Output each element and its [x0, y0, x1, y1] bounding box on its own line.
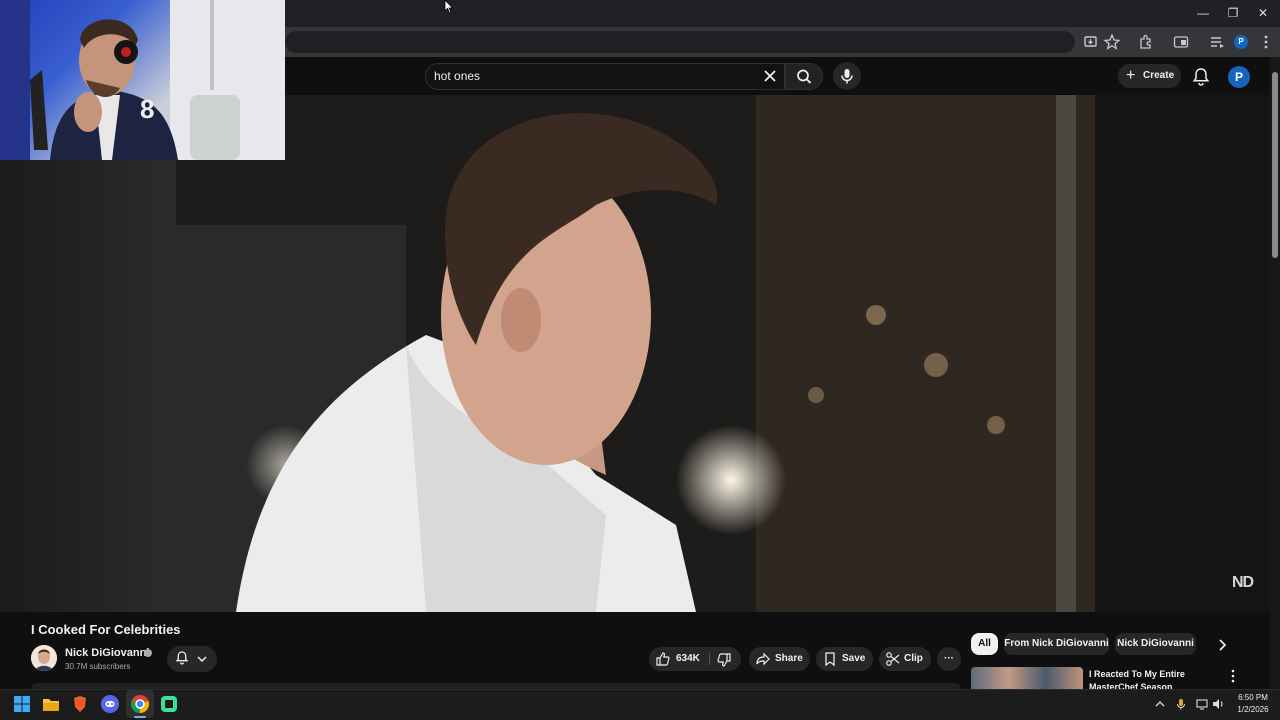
plus-icon: +	[1126, 67, 1136, 84]
subscriber-count: 30.7M subscribers	[65, 662, 131, 671]
taskbar-clock-time[interactable]: 6:50 PM	[1231, 693, 1275, 702]
svg-text:8: 8	[140, 94, 154, 124]
like-dislike-group: 634K	[649, 647, 741, 671]
windows-taskbar	[0, 689, 1280, 720]
terminal-app-icon[interactable]	[159, 694, 179, 714]
chrome-icon[interactable]	[130, 694, 150, 714]
like-count[interactable]: 634K	[676, 647, 700, 671]
clear-search-icon[interactable]	[762, 67, 778, 85]
share-button[interactable]: Share	[749, 647, 810, 671]
voice-search-button[interactable]	[833, 62, 861, 90]
discord-icon[interactable]	[100, 694, 120, 714]
windows-start-icon[interactable]	[12, 694, 32, 714]
address-bar[interactable]	[285, 31, 1075, 53]
scissors-icon	[886, 652, 900, 666]
clip-button[interactable]: Clip	[879, 647, 931, 671]
video-right-panel	[1095, 95, 1270, 612]
share-icon	[756, 652, 770, 666]
restore-button[interactable]: ❐	[1220, 3, 1246, 23]
recommended-video-thumbnail[interactable]	[971, 667, 1083, 689]
mouse-cursor-icon	[444, 0, 453, 14]
dislike-icon[interactable]	[716, 652, 732, 668]
like-divider	[709, 653, 710, 665]
search-button[interactable]	[785, 63, 823, 90]
chevron-right-icon[interactable]	[1213, 636, 1233, 654]
network-icon[interactable]	[1195, 697, 1209, 711]
share-label: Share	[775, 653, 803, 664]
scrollbar-thumb[interactable]	[1272, 72, 1278, 258]
account-avatar[interactable]: P	[1228, 66, 1250, 88]
video-title: I Cooked For Celebrities	[31, 622, 181, 637]
more-actions-button[interactable]: ···	[937, 647, 961, 671]
taskbar-clock-date[interactable]: 1/2/2026	[1231, 705, 1275, 714]
media-queue-icon[interactable]	[1208, 33, 1226, 51]
bell-dropdown-icon	[175, 651, 207, 665]
video-frame-image	[176, 95, 1095, 612]
create-label: Create	[1143, 70, 1175, 81]
webcam-overlay: 8	[0, 0, 285, 160]
subscribed-notifications-button[interactable]	[167, 646, 217, 672]
channel-avatar[interactable]	[31, 645, 57, 671]
volume-icon[interactable]	[1211, 697, 1225, 711]
brave-browser-icon[interactable]	[70, 694, 90, 714]
chip-channel[interactable]: Nick DiGiovanni	[1115, 633, 1196, 655]
verified-badge-icon	[144, 649, 152, 657]
video-left-blur-panel	[0, 160, 176, 612]
clip-label: Clip	[904, 653, 923, 664]
webcam-person-image: 8	[0, 0, 285, 160]
active-app-indicator	[134, 716, 146, 718]
like-icon[interactable]	[655, 651, 671, 667]
profile-icon[interactable]: P	[1234, 35, 1248, 49]
menu-icon[interactable]	[1257, 33, 1275, 51]
split-view-icon[interactable]	[1172, 33, 1190, 51]
save-label: Save	[842, 653, 866, 664]
tray-overflow-chevron-icon[interactable]	[1153, 697, 1167, 711]
chip-all[interactable]: All	[971, 633, 998, 655]
channel-avatar-image	[31, 645, 57, 671]
microphone-icon	[841, 69, 853, 84]
install-app-icon[interactable]	[1082, 33, 1100, 51]
notifications-bell-icon[interactable]	[1190, 66, 1212, 88]
file-explorer-icon[interactable]	[41, 694, 61, 714]
search-query-text[interactable]: hot ones	[434, 69, 480, 83]
microphone-tray-icon[interactable]	[1174, 697, 1188, 711]
minimize-button[interactable]: —	[1190, 3, 1216, 23]
create-button[interactable]: + Create	[1118, 64, 1181, 88]
recommended-video-title[interactable]: I Reacted To My Entire MasterChef Season	[1089, 668, 1214, 690]
chip-from-channel[interactable]: From Nick DiGiovanni	[1004, 633, 1109, 655]
close-window-button[interactable]: ✕	[1250, 3, 1276, 23]
extensions-icon[interactable]	[1137, 33, 1155, 51]
bookmark-icon	[825, 652, 835, 667]
save-button[interactable]: Save	[816, 647, 873, 671]
search-icon	[797, 69, 812, 84]
channel-name[interactable]: Nick DiGiovanni	[65, 647, 149, 659]
vertical-dots-icon[interactable]	[1226, 668, 1240, 684]
channel-watermark[interactable]: ND	[1232, 574, 1254, 592]
bookmark-star-icon[interactable]	[1103, 33, 1121, 51]
video-player[interactable]	[176, 95, 1095, 612]
